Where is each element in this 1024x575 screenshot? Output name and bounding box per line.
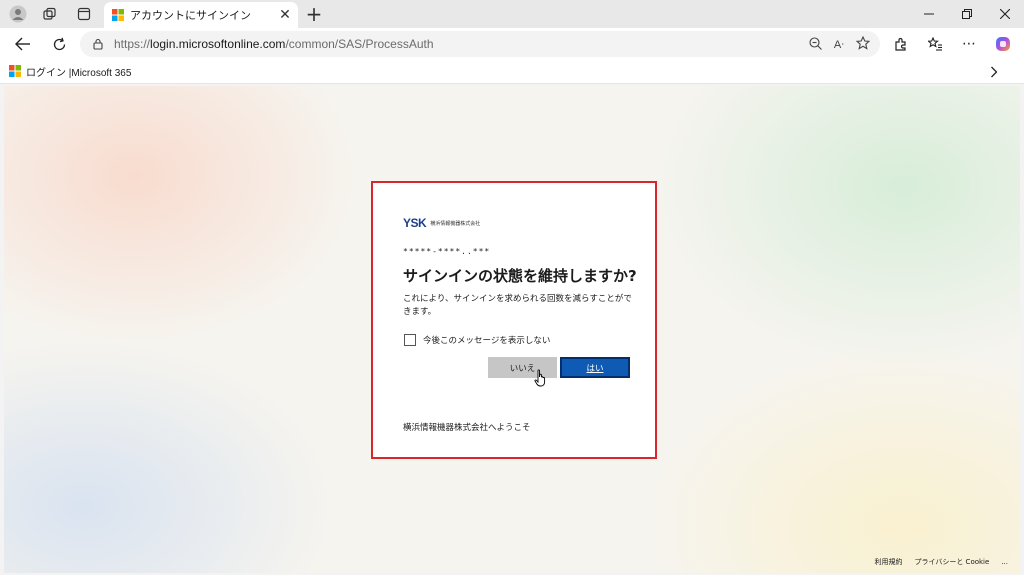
signin-dialog: YSK 横浜情報機器株式会社 *****-****..*** サインインの状態を… bbox=[373, 183, 655, 457]
logo-company-name: 横浜情報機器株式会社 bbox=[430, 220, 481, 227]
company-logo: YSK 横浜情報機器株式会社 bbox=[403, 216, 480, 230]
dont-show-again-checkbox[interactable] bbox=[404, 334, 416, 346]
favorites-collection-icon[interactable] bbox=[918, 29, 952, 59]
address-bar[interactable]: https://login.microsoftonline.com/common… bbox=[80, 31, 880, 57]
favorite-star-icon[interactable] bbox=[855, 35, 871, 54]
hand-cursor-icon bbox=[534, 369, 548, 387]
profile-icon[interactable] bbox=[4, 0, 32, 28]
dialog-heading: サインインの状態を維持しますか? bbox=[403, 267, 637, 285]
minimize-icon[interactable] bbox=[910, 0, 948, 28]
microsoft-logo-icon bbox=[112, 6, 124, 25]
window-controls bbox=[910, 0, 1024, 28]
microsoft-logo-icon bbox=[9, 62, 21, 81]
tab-actions-icon[interactable] bbox=[70, 0, 98, 28]
page-footer: 利用規約 プライバシーと Cookie ... bbox=[874, 557, 1008, 567]
dont-show-again-option[interactable]: 今後このメッセージを表示しない bbox=[404, 334, 550, 346]
zoom-icon[interactable] bbox=[809, 35, 822, 54]
copilot-icon[interactable] bbox=[986, 29, 1020, 59]
welcome-text: 横浜情報機器株式会社へようこそ bbox=[403, 423, 531, 433]
tab-active[interactable]: アカウントにサインイン ✕ bbox=[104, 2, 298, 28]
account-identifier: *****-****..*** bbox=[403, 247, 491, 256]
favorites-bar: ログイン |Microsoft 365 bbox=[0, 60, 1024, 84]
yes-button[interactable]: はい bbox=[560, 357, 630, 378]
site-info-icon[interactable] bbox=[92, 35, 104, 54]
url-text[interactable]: https://login.microsoftonline.com/common… bbox=[114, 37, 434, 51]
workspaces-icon[interactable] bbox=[36, 0, 64, 28]
restore-icon[interactable] bbox=[948, 0, 986, 28]
browser-toolbar: https://login.microsoftonline.com/common… bbox=[0, 28, 1024, 60]
footer-more-icon[interactable]: ... bbox=[1001, 558, 1008, 566]
logo-mark: YSK bbox=[403, 216, 427, 230]
page-content: YSK 横浜情報機器株式会社 *****-****..*** サインインの状態を… bbox=[4, 86, 1020, 573]
title-bar: アカウントにサインイン ✕ + bbox=[0, 0, 1024, 28]
refresh-icon[interactable] bbox=[44, 29, 74, 59]
tab-title: アカウントにサインイン bbox=[130, 9, 251, 22]
close-tab-icon[interactable]: ✕ bbox=[276, 6, 294, 24]
favorite-link[interactable]: ログイン |Microsoft 365 bbox=[26, 64, 131, 79]
checkbox-label[interactable]: 今後このメッセージを表示しない bbox=[423, 334, 550, 346]
new-tab-icon[interactable]: + bbox=[304, 4, 324, 24]
extensions-icon[interactable] bbox=[884, 29, 918, 59]
privacy-link[interactable]: プライバシーと Cookie bbox=[914, 557, 989, 567]
chevron-right-icon[interactable] bbox=[986, 64, 1002, 80]
read-aloud-icon[interactable]: Aᐧ bbox=[834, 38, 844, 51]
terms-link[interactable]: 利用規約 bbox=[874, 557, 902, 567]
dialog-description: これにより、サインインを求められる回数を減らすことができます。 bbox=[403, 294, 632, 317]
close-window-icon[interactable] bbox=[986, 0, 1024, 28]
back-arrow-icon[interactable] bbox=[8, 29, 38, 59]
more-options-icon[interactable]: ⋯ bbox=[952, 29, 986, 59]
